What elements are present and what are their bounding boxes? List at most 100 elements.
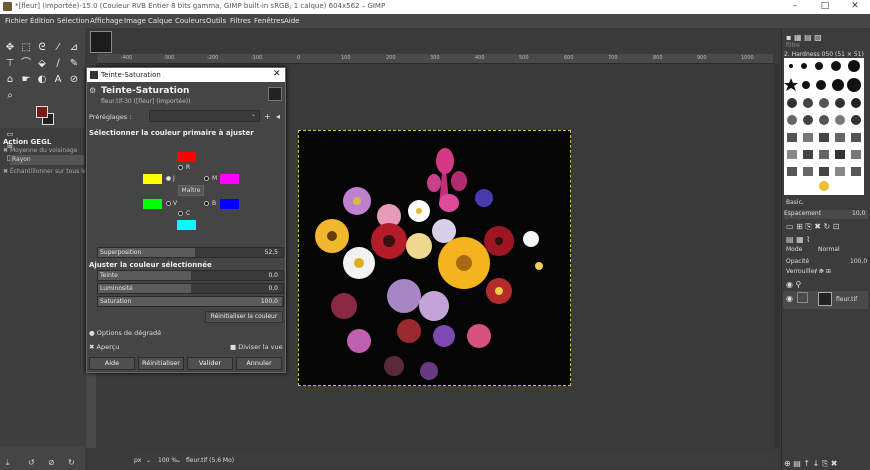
maximize-button[interactable]: □ — [810, 0, 840, 14]
ruler-label: -200 — [207, 55, 219, 61]
lightness-value[interactable]: 0,0 — [268, 285, 278, 292]
hue-saturation-dialog: Teinte-Saturation ✕ ⚙ Teinte-Saturation … — [86, 67, 286, 373]
warp-tool-icon[interactable]: ⌒ — [20, 58, 32, 70]
chain-icon[interactable] — [797, 292, 808, 303]
cyan-swatch[interactable] — [177, 220, 196, 230]
status-bar: px ⌄ 100 % ⌄ fleur.tif (5,6 Mo) — [130, 454, 775, 468]
ink-tool-icon[interactable]: ✎ — [68, 58, 80, 70]
bucket-fill-tool-icon[interactable]: ⬙ — [36, 58, 48, 70]
green-swatch[interactable] — [143, 199, 162, 209]
add-preset-icon[interactable]: + — [264, 112, 271, 121]
clone-tool-icon[interactable]: ⌂ — [4, 74, 16, 86]
close-window-button[interactable]: ✕ — [840, 0, 870, 14]
yellow-radio[interactable] — [166, 176, 171, 181]
brush-actions[interactable]: ▭ ⊞ ⎘ ✖ ↻ ⊡ — [786, 222, 840, 232]
neighborhood-average-option[interactable]: ✖ Moyenne du voisinage — [3, 147, 77, 154]
sample-merged-option[interactable]: ✖ Échantillonner sur tous les — [3, 168, 90, 175]
cyan-radio[interactable] — [178, 211, 183, 216]
menu-fichier[interactable]: Fichier — [5, 17, 28, 25]
hue-slider[interactable]: Teinte 0,0 — [97, 270, 284, 281]
lasso-tool-icon[interactable]: ᘓ — [36, 42, 48, 54]
saturation-value[interactable]: 100,0 — [261, 298, 278, 305]
reset-button[interactable]: Réinitialiser — [138, 357, 184, 370]
transform-tool-icon[interactable]: ⊤ — [4, 58, 16, 70]
text-tool-icon[interactable]: A — [52, 74, 64, 86]
menu-couleurs[interactable]: Couleurs — [175, 17, 206, 25]
lock-icons[interactable]: ∕ ✥ ⊞ — [815, 268, 831, 275]
saturation-slider[interactable]: Saturation 100,0 — [97, 296, 284, 307]
master-button[interactable]: Maître — [178, 185, 204, 196]
presets-dropdown[interactable]: ⌄ — [149, 110, 260, 122]
menu-aide[interactable]: Aide — [284, 17, 299, 25]
brush-filter-input[interactable]: filtre — [786, 42, 800, 49]
unit-chevron-icon[interactable]: ⌄ — [146, 457, 151, 464]
hue-value[interactable]: 0,0 — [268, 272, 278, 279]
lightness-slider[interactable]: Luminosité 0,0 — [97, 283, 284, 294]
magenta-radio[interactable] — [204, 176, 209, 181]
menu-outils[interactable]: Outils — [206, 17, 226, 25]
eye-icon[interactable]: ◉ — [786, 294, 793, 303]
layers-bottom-actions[interactable]: ⊕ ▤ ↑ ↓ ⎘ ✖ — [784, 459, 838, 469]
red-radio[interactable] — [178, 165, 183, 170]
overlap-slider[interactable]: Superposition 52,5 — [97, 247, 284, 258]
menu-fenetres[interactable]: Fenêtres — [254, 17, 284, 25]
vertical-scrollbar[interactable] — [774, 64, 780, 448]
move-tool-icon[interactable]: ✥ — [4, 42, 16, 54]
image-tab-thumbnail[interactable] — [90, 31, 112, 53]
mode-select[interactable]: Normal — [818, 246, 840, 253]
green-radio[interactable] — [166, 201, 171, 206]
spacing-slider[interactable]: Espacement 10,0 — [784, 210, 868, 219]
smudge-tool-icon[interactable]: ☛ — [20, 74, 32, 86]
layer-name[interactable]: fleur.tif — [836, 296, 857, 303]
spacing-label: Espacement — [784, 210, 822, 217]
menu-filtres[interactable]: Filtres — [230, 17, 251, 25]
brush-grid[interactable] — [784, 58, 864, 195]
overlap-value[interactable]: 52,5 — [265, 249, 278, 256]
split-view-checkbox[interactable]: ■ Diviser la vue — [230, 343, 283, 351]
opacity-value[interactable]: 100,0 — [850, 258, 867, 265]
crop-tool-icon[interactable]: ⊿ — [68, 42, 80, 54]
blue-radio[interactable] — [204, 201, 209, 206]
dialog-close-icon[interactable]: ✕ — [273, 69, 281, 79]
yellow-swatch[interactable] — [143, 174, 162, 184]
dodge-tool-icon[interactable]: ◐ — [36, 74, 48, 86]
rect-select-tool-icon[interactable]: ⬚ — [20, 42, 32, 54]
zoom-select[interactable]: 100 % — [158, 457, 177, 464]
zoom-chevron-icon[interactable]: ⌄ — [176, 457, 181, 464]
menu-calque[interactable]: Calque — [148, 17, 172, 25]
menu-affichage[interactable]: Affichage — [90, 17, 123, 25]
red-swatch[interactable] — [177, 152, 196, 162]
neighborhood-average-label: Moyenne du voisinage — [9, 147, 78, 154]
primary-color-title: Sélectionner la couleur primaire à ajust… — [89, 129, 254, 137]
blue-swatch[interactable] — [220, 199, 239, 209]
delete-options-icon[interactable]: ⊘ — [48, 458, 55, 467]
menu-edition[interactable]: Édition — [30, 17, 54, 25]
preview-checkbox[interactable]: ✖ Aperçu — [89, 343, 119, 351]
cancel-button[interactable]: Annuler — [236, 357, 282, 370]
blend-options-expander[interactable]: ● Options de dégradé — [89, 329, 161, 337]
help-button[interactable]: Aide — [89, 357, 135, 370]
reset-options-icon[interactable]: ↻ — [68, 458, 75, 467]
restore-options-icon[interactable]: ↺ — [28, 458, 35, 467]
ok-button[interactable]: Valider — [187, 357, 233, 370]
save-options-icon[interactable]: ⤓ — [6, 458, 10, 468]
dialog-app-icon — [90, 71, 98, 79]
minimize-button[interactable]: – — [780, 0, 810, 14]
menu-selection[interactable]: Sélection — [57, 17, 89, 25]
paintbrush-tool-icon[interactable]: ∕ — [52, 58, 64, 70]
unit-select[interactable]: px — [134, 457, 141, 464]
reset-color-button[interactable]: Réinitialiser la couleur — [205, 311, 283, 323]
zoom-tool-icon[interactable]: ⌕ — [4, 90, 16, 102]
preset-menu-icon[interactable]: ◂ — [276, 112, 280, 121]
layers-tabs[interactable]: ▤ ▦ ⌇ — [786, 235, 810, 244]
magenta-swatch[interactable] — [220, 174, 239, 184]
radius-field[interactable]: Rayon — [10, 155, 84, 165]
dock-tabs[interactable]: ▪ ▦ ▤ ▨ — [786, 33, 822, 42]
gegl-action-title: Action GEGL — [3, 138, 52, 146]
fuzzy-select-tool-icon[interactable]: ⁄ — [52, 42, 64, 54]
color-picker-tool-icon[interactable]: ⊘ — [68, 74, 80, 86]
image-canvas[interactable] — [298, 130, 571, 386]
foreground-color-swatch[interactable] — [36, 106, 48, 118]
brush-tag[interactable]: Basic, — [786, 199, 804, 206]
menu-image[interactable]: Image — [124, 17, 146, 25]
